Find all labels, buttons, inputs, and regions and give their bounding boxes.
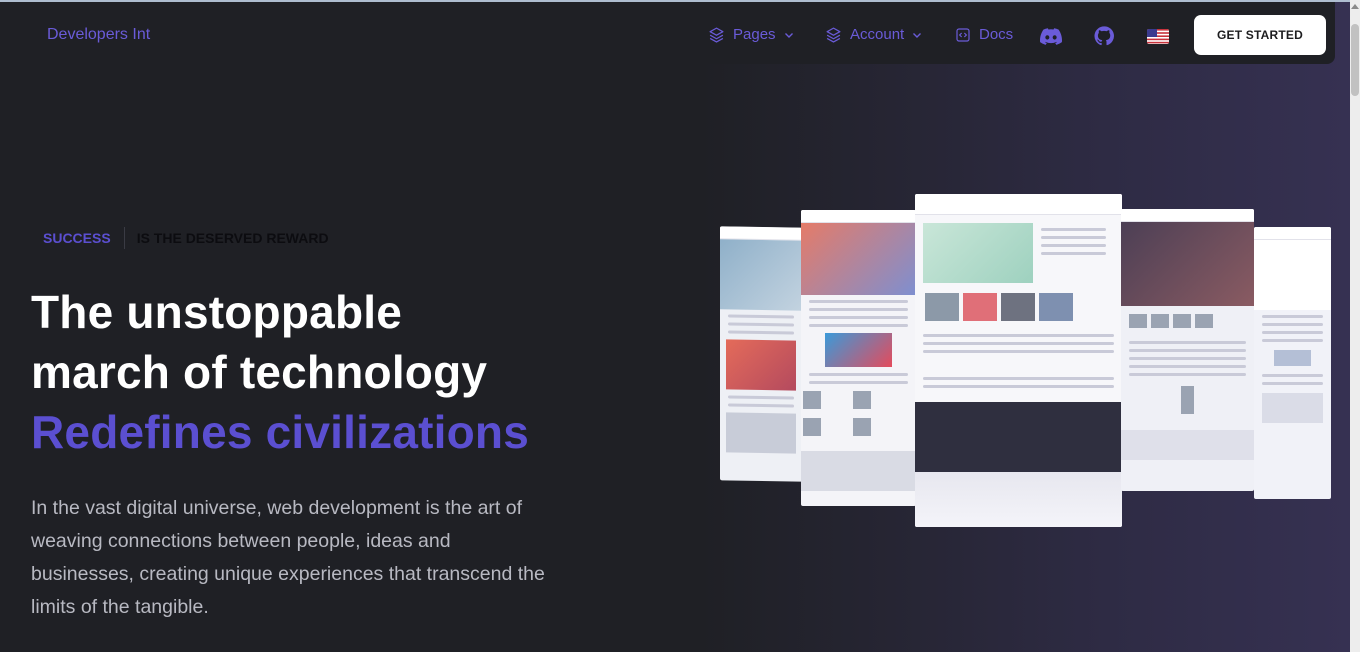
chevron-down-icon (912, 30, 922, 40)
get-started-button[interactable]: GET STARTED (1194, 15, 1326, 55)
mockup-page (915, 194, 1122, 527)
hero-eyebrow: SUCCESS IS THE DESERVED REWARD (43, 227, 329, 249)
layers-icon (825, 26, 842, 43)
scroll-up-arrow-icon[interactable] (1351, 4, 1359, 9)
hero-lead-paragraph: In the vast digital universe, web develo… (31, 497, 545, 618)
eyebrow-divider (123, 227, 125, 249)
us-flag-icon[interactable] (1147, 29, 1169, 44)
top-navbar: Developers Int Pages Account Docs GET ST… (0, 2, 1335, 64)
nav-docs-link[interactable]: Docs (955, 26, 1013, 43)
mockup-page (801, 210, 916, 506)
github-icon[interactable] (1092, 24, 1116, 48)
nav-pages-label: Pages (733, 26, 776, 43)
hero-title-line2: march of technology (31, 346, 488, 398)
hero-title: The unstoppable march of technology Rede… (31, 282, 529, 462)
brand-link[interactable]: Developers Int (47, 26, 150, 44)
hero-title-line1: The unstoppable (31, 286, 402, 338)
chevron-down-icon (784, 30, 794, 40)
nav-pages-dropdown[interactable]: Pages (708, 26, 794, 43)
eyebrow-secondary: IS THE DESERVED REWARD (136, 230, 329, 246)
mockup-page (1254, 227, 1331, 499)
mockup-page (1121, 209, 1254, 491)
nav-account-label: Account (850, 26, 905, 43)
nav-docs-label: Docs (979, 26, 1014, 43)
mockup-page (720, 226, 802, 482)
discord-icon[interactable] (1039, 24, 1063, 48)
hero-title-accent: Redefines civilizations (31, 406, 529, 458)
eyebrow-primary: SUCCESS (43, 230, 111, 246)
scroll-thumb[interactable] (1351, 24, 1359, 96)
nav-account-dropdown[interactable]: Account (825, 26, 922, 43)
layers-icon (708, 26, 725, 43)
code-icon (955, 27, 971, 43)
page-scrollbar[interactable] (1350, 0, 1360, 652)
